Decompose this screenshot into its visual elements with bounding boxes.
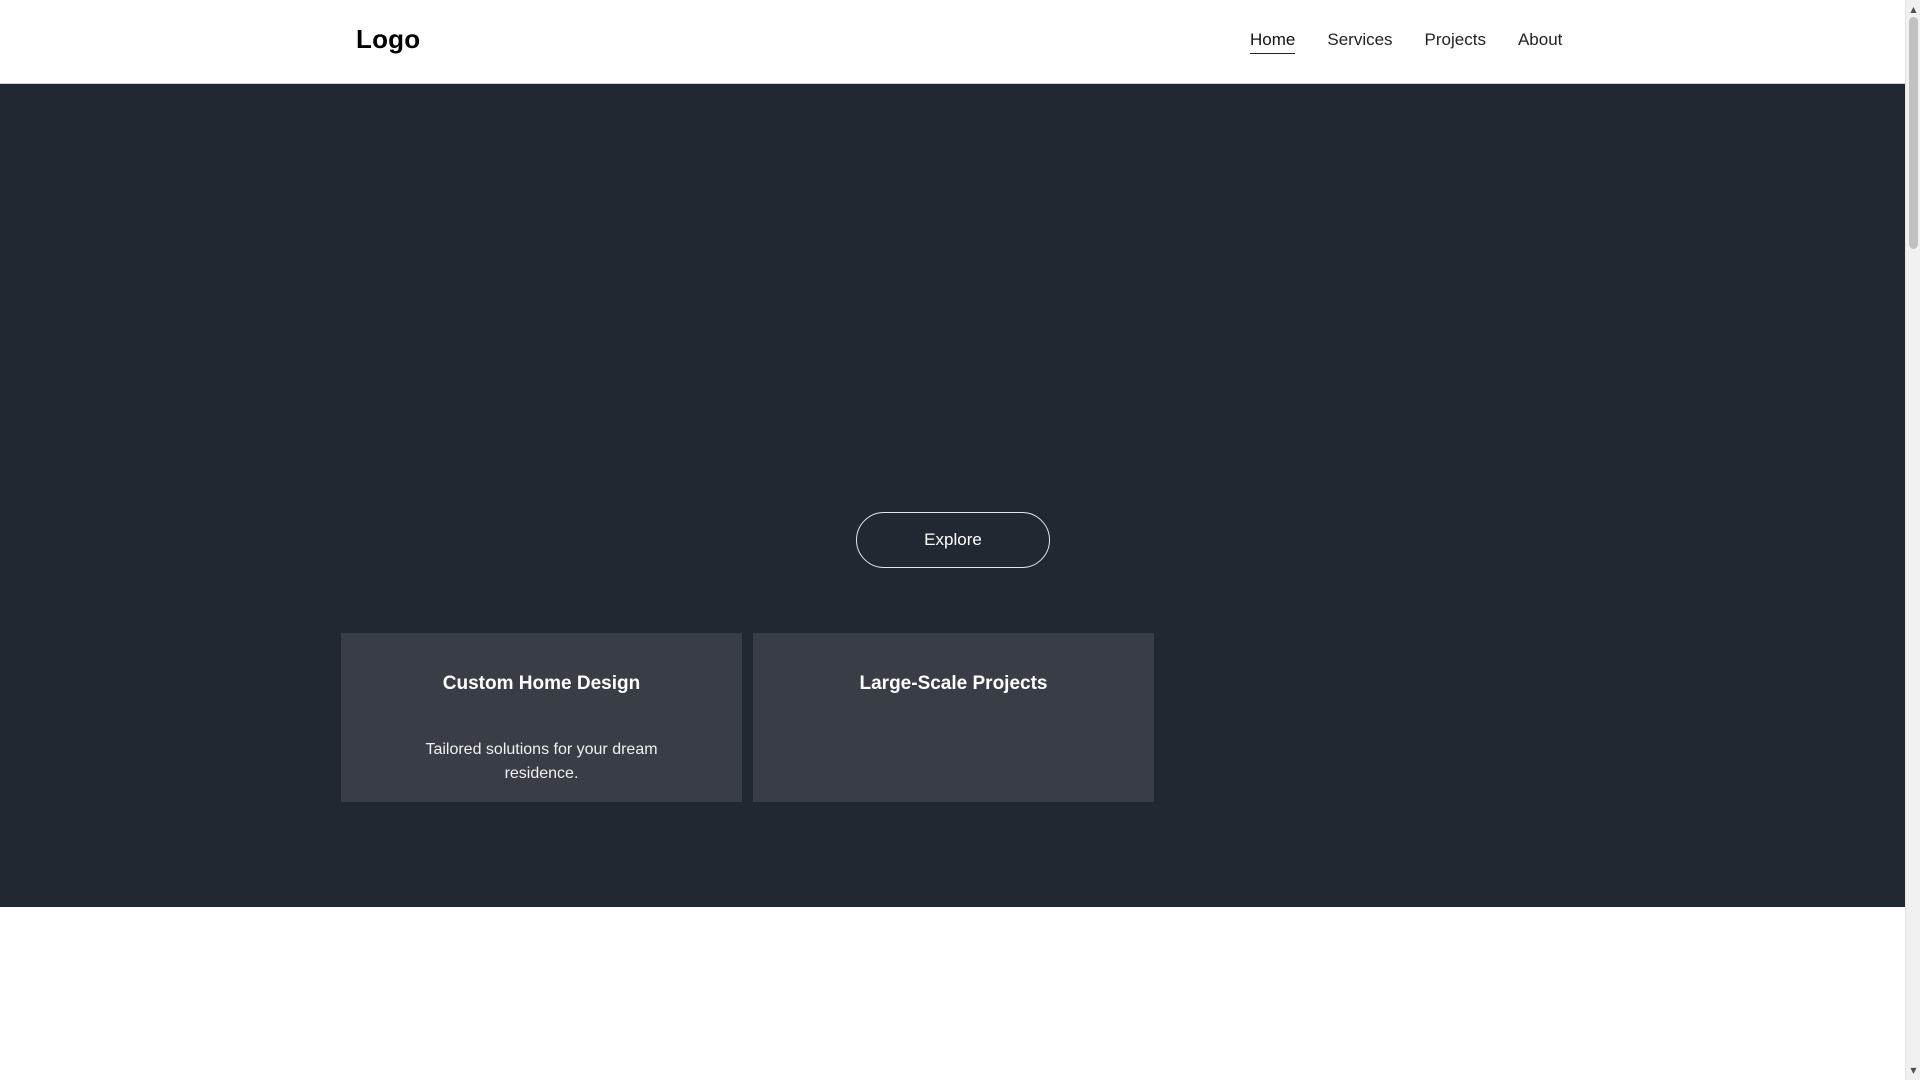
card-description: Tailored solutions for your dream reside…	[425, 741, 658, 782]
service-card-large-scale[interactable]: Large-Scale Projects	[753, 633, 1154, 802]
logo[interactable]: Logo	[356, 24, 420, 55]
scroll-down-arrow-icon[interactable]: ▼	[1906, 1063, 1920, 1078]
card-title: Large-Scale Projects	[859, 673, 1048, 694]
card-title: Custom Home Design	[442, 673, 641, 694]
nav-item-projects[interactable]: Projects	[1425, 30, 1486, 54]
vertical-scrollbar[interactable]: ▲ ▼	[1905, 0, 1920, 1080]
content-section	[0, 907, 1905, 1080]
scroll-thumb[interactable]	[1909, 17, 1918, 249]
nav-item-services[interactable]: Services	[1327, 30, 1392, 54]
scroll-up-arrow-icon[interactable]: ▲	[1906, 2, 1920, 17]
service-card-custom-home[interactable]: Custom Home Design Tailored solutions fo…	[341, 633, 742, 802]
nav-item-home[interactable]: Home	[1250, 30, 1296, 54]
site-header: Logo Home Services Projects About	[0, 0, 1905, 84]
page: Logo Home Services Projects About Explor…	[0, 0, 1905, 1080]
nav-item-about[interactable]: About	[1518, 30, 1562, 54]
main-nav: Home Services Projects About	[1250, 30, 1562, 54]
explore-button[interactable]: Explore	[856, 512, 1050, 568]
hero-section: Explore Custom Home Design Tailored solu…	[0, 84, 1905, 907]
